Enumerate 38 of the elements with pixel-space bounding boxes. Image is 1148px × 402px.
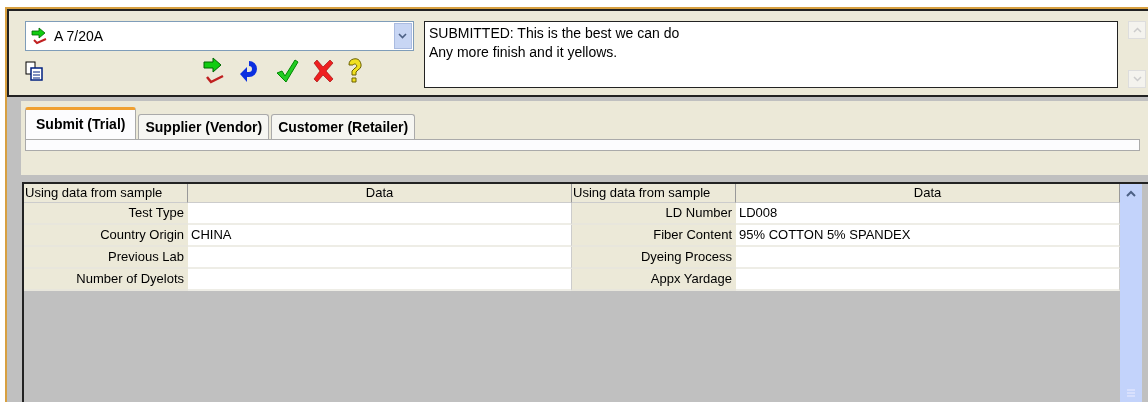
row-label: Country Origin (24, 225, 188, 247)
table-cell[interactable]: CHINA (188, 225, 572, 247)
column-header: Data (736, 184, 1120, 203)
chevron-up-icon (1132, 27, 1142, 33)
scroll-down-button[interactable] (1128, 70, 1147, 88)
chevron-down-icon (398, 33, 408, 39)
table-cell[interactable] (188, 269, 572, 291)
tab[interactable]: Supplier (Vendor) (138, 114, 270, 139)
comment-line: Any more finish and it yellows. (428, 43, 619, 62)
question-mark-icon[interactable] (347, 57, 363, 85)
table-cell[interactable] (188, 247, 572, 269)
row-label: Previous Lab (24, 247, 188, 269)
column-header: Data (188, 184, 572, 203)
column-header: Using data from sample (24, 184, 188, 203)
row-label: Number of Dyelots (24, 269, 188, 291)
tab[interactable]: Submit (Trial) (25, 107, 137, 139)
column-header: Using data from sample (572, 184, 736, 203)
row-label: Dyeing Process (572, 247, 736, 269)
checkmark-icon[interactable] (275, 57, 299, 85)
sample-selector[interactable]: A 7/20A (25, 21, 414, 51)
row-label: Appx Yardage (572, 269, 736, 291)
comment-text[interactable]: SUBMITTED: This is the best we can do Any more finish and it yellows. (423, 21, 1119, 88)
close-icon[interactable] (311, 57, 335, 85)
table-cell[interactable] (188, 203, 572, 225)
row-label: Test Type (24, 203, 188, 225)
comment-line: SUBMITTED: This is the best we can do (428, 24, 681, 43)
row-label: Fiber Content (572, 225, 736, 247)
scroll-up-button[interactable] (1128, 21, 1147, 39)
table-cell[interactable]: LD008 (736, 203, 1120, 225)
chevron-up-icon (1125, 188, 1137, 198)
table-cell[interactable] (736, 269, 1120, 291)
table-cell[interactable] (736, 247, 1120, 269)
copy-document-icon[interactable] (25, 61, 43, 81)
row-label: LD Number (572, 203, 736, 225)
table-cell[interactable]: 95% COTTON 5% SPANDEX (736, 225, 1120, 247)
tab[interactable]: Customer (Retailer) (271, 114, 416, 139)
vertical-scrollbar[interactable] (1120, 184, 1142, 402)
chevron-down-icon (1132, 76, 1142, 82)
